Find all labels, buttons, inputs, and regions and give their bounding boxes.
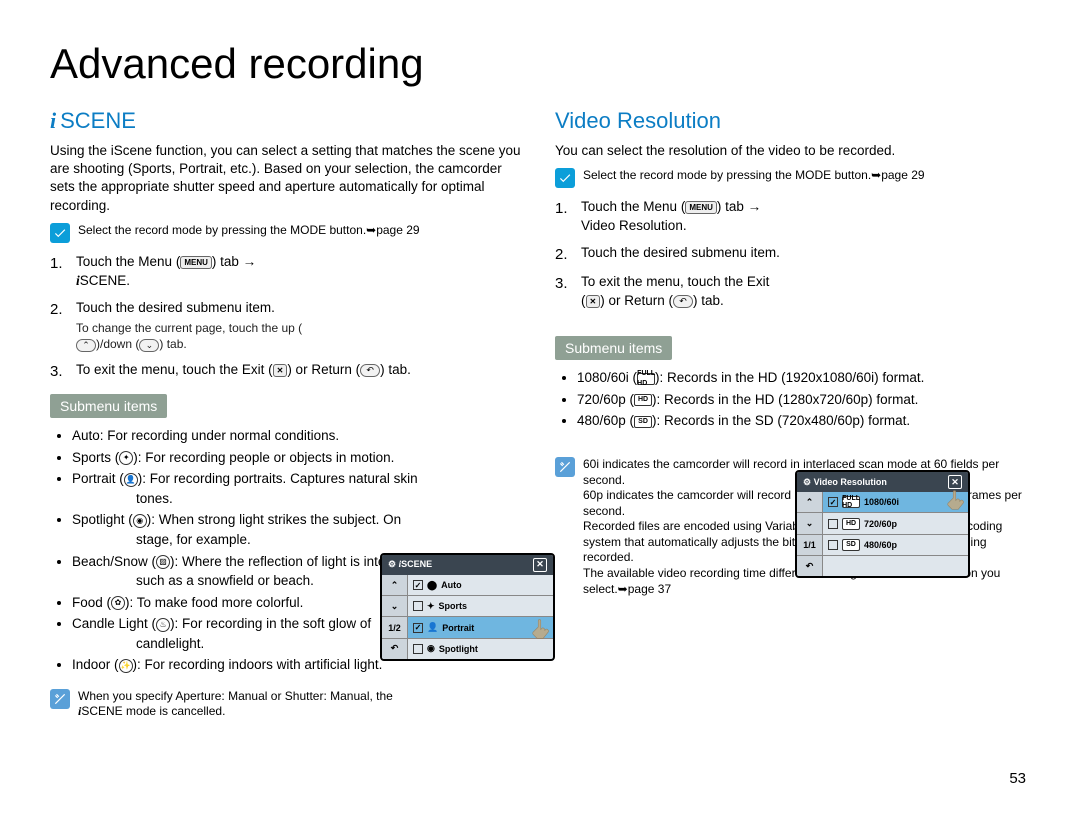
check-icon [555,168,575,188]
menu-icon: MENU [685,201,717,214]
sports-icon: ✦ [119,451,133,465]
step-num-1: 1. [50,253,66,291]
heading-iscene: i SCENE [50,108,525,134]
lcd-return-btn: ↶ [797,556,822,576]
vr-step-2: Touch the desired submenu item. [581,244,821,265]
up-icon: ⌃ [76,339,96,352]
vr-note-1: Select the record mode by pressing the M… [555,168,1030,188]
fullhd-icon: FULL HD [637,373,655,385]
check-icon [50,223,70,243]
page-title: Advanced recording [50,40,1030,88]
menu-icon: MENU [180,256,212,269]
note-text: When you specify Aperture: Manual or Shu… [78,689,525,720]
iscene-step-3: To exit the menu, touch the Exit (✕) or … [76,361,525,382]
note-text: Select the record mode by pressing the M… [78,223,525,243]
lcd-page-indicator: 1/2 [382,617,407,638]
bullet-sports: Sports (✦): For recording people or obje… [72,448,525,468]
lcd-video-resolution: ⚙ Video Resolution ✕ ⌃ ⌄ 1/1 ↶ ✓FULL HD1… [795,470,970,578]
close-icon: ✕ [586,295,601,308]
step-num-3: 3. [555,273,571,311]
iscene-step-1: Touch the Menu (MENU) tab → iSCENE. [76,253,316,291]
bullet-720: 720/60p (HD): Records in the HD (1280x72… [577,390,1030,410]
submenu-header-right: Submenu items [555,336,672,360]
portrait-icon: 👤 [124,473,138,487]
bullet-portrait: Portrait (👤): For recording portraits. C… [72,469,525,508]
step-num-2: 2. [555,244,571,265]
note-text: Select the record mode by pressing the M… [583,168,1030,188]
hand-pointer-icon [942,488,970,518]
step-num-1: 1. [555,198,571,236]
candle-icon: ♨ [156,618,170,632]
vr-submenu-list: 1080/60i (FULL HD): Records in the HD (1… [555,368,1030,431]
hd-icon: HD [634,394,652,406]
info-icon [50,689,70,709]
column-video-resolution: Video Resolution You can select the reso… [555,108,1030,730]
vr-step-1: Touch the Menu (MENU) tab → Video Resolu… [581,198,821,236]
food-icon: ✿ [111,596,125,610]
bullet-480: 480/60p (SD): Records in the SD (720x480… [577,411,1030,431]
sd-icon: SD [634,416,652,428]
return-icon: ↶ [673,295,693,308]
return-icon: ↶ [360,364,380,377]
step-num-2: 2. [50,299,66,353]
lcd-page-indicator: 1/1 [797,535,822,556]
bullet-1080: 1080/60i (FULL HD): Records in the HD (1… [577,368,1030,388]
spotlight-icon: ◉ [133,514,147,528]
vr-intro: You can select the resolution of the vid… [555,142,1030,160]
iscene-i-glyph: i [50,108,56,134]
step-num-3: 3. [50,361,66,382]
iscene-step-2: Touch the desired submenu item. To chang… [76,299,316,353]
column-iscene: i SCENE Using the iScene function, you c… [50,108,525,730]
lcd-iscene: ⚙ iSCENE ✕ ⌃ ⌄ 1/2 ↶ ✓⬤Auto ✦Sports ✓👤Po… [380,553,555,661]
hand-pointer-icon [527,617,555,647]
close-icon: ✕ [273,364,288,377]
iscene-note-2: When you specify Aperture: Manual or Shu… [50,689,525,720]
submenu-header-left: Submenu items [50,394,167,418]
lcd-up-btn: ⌃ [797,492,822,513]
lcd-return-btn: ↶ [382,639,407,659]
info-icon [555,457,575,477]
page-number: 53 [1009,770,1026,787]
bullet-auto: Auto: For recording under normal conditi… [72,426,525,446]
heading-video-resolution: Video Resolution [555,108,1030,134]
lcd-close-icon: ✕ [533,558,547,572]
bullet-spotlight: Spotlight (◉): When strong light strikes… [72,510,525,549]
vr-step-3: To exit the menu, touch the Exit (✕) or … [581,273,821,311]
lcd-down-btn: ⌄ [797,513,822,534]
lcd-up-btn: ⌃ [382,575,407,596]
iscene-note-1: Select the record mode by pressing the M… [50,223,525,243]
beach-icon: ▨ [156,555,170,569]
down-icon: ⌄ [139,339,159,352]
lcd-down-btn: ⌄ [382,596,407,617]
indoor-icon: ✨ [119,659,133,673]
lcd-close-icon: ✕ [948,475,962,489]
iscene-intro: Using the iScene function, you can selec… [50,142,525,215]
